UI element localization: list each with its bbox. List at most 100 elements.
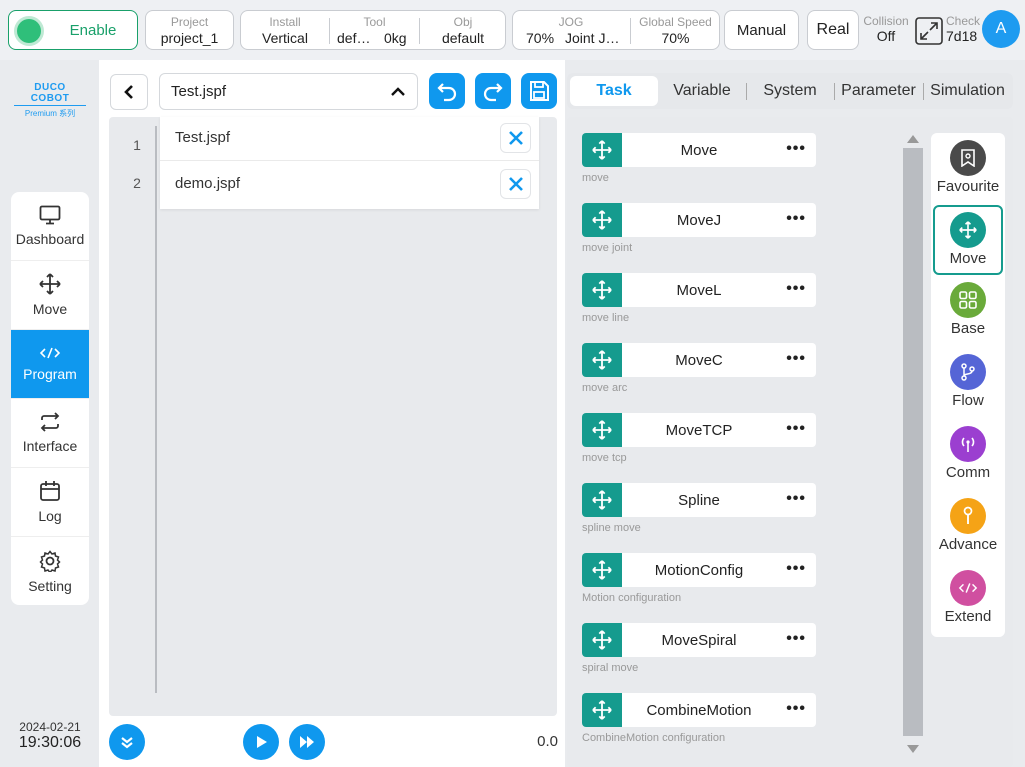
command-button[interactable]: CombineMotion ••• <box>582 693 816 727</box>
sidebar-item-setting[interactable]: Setting <box>11 537 89 605</box>
project-selector[interactable]: Project project_1 <box>145 10 234 50</box>
command-name: Spline <box>678 492 720 509</box>
antenna-icon <box>950 426 986 462</box>
global-speed-selector[interactable]: Global Speed 70% <box>631 11 720 49</box>
command-list-scrollbar[interactable] <box>903 133 923 757</box>
file-dropdown-item[interactable]: demo.jspf <box>160 163 539 209</box>
install-selector[interactable]: Install Vertical <box>241 11 329 49</box>
file-select[interactable]: Test.jspf <box>159 73 418 110</box>
chevron-down-circle-icon <box>121 737 133 749</box>
install-tool-obj-group: Install Vertical Tool def… 0kg Obj defau… <box>240 10 506 50</box>
more-icon[interactable]: ••• <box>786 630 806 648</box>
command-button[interactable]: Spline ••• <box>582 483 816 517</box>
more-icon[interactable]: ••• <box>786 280 806 298</box>
date-text: 2024-02-21 <box>19 720 81 734</box>
close-file-button[interactable] <box>500 169 531 199</box>
install-value: Vertical <box>262 30 308 46</box>
command-button[interactable]: Move ••• <box>582 133 816 167</box>
enable-button[interactable]: Enable <box>8 10 138 50</box>
more-icon[interactable]: ••• <box>786 210 806 228</box>
category-favourite[interactable]: Favourite <box>933 135 1003 205</box>
user-avatar[interactable]: A <box>982 10 1020 48</box>
manual-mode-button[interactable]: Manual <box>724 10 799 50</box>
category-comm[interactable]: Comm <box>933 421 1003 491</box>
tab-system[interactable]: System <box>747 73 833 109</box>
command-button[interactable]: MoveTCP ••• <box>582 413 816 447</box>
check-status[interactable]: Check 7d18 <box>946 14 982 44</box>
collision-status[interactable]: Collision Off <box>862 14 910 44</box>
tool-name: def… <box>337 30 371 46</box>
sidebar-item-label: Program <box>23 366 77 382</box>
command-button[interactable]: MoveC ••• <box>582 343 816 377</box>
sidebar-item-program[interactable]: Program <box>11 330 89 399</box>
tab-simulation[interactable]: Simulation <box>924 73 1011 109</box>
line-number: 2 <box>133 175 141 191</box>
category-advance[interactable]: Advance <box>933 493 1003 563</box>
jog-selector[interactable]: JOG 70% Joint J… <box>513 11 629 49</box>
tab-task[interactable]: Task <box>570 76 658 106</box>
sidebar-item-label: Move <box>32 301 68 317</box>
file-dropdown-item[interactable]: Test.jspf <box>160 117 539 163</box>
sidebar-item-move[interactable]: Move <box>11 261 89 330</box>
undo-button[interactable] <box>429 73 465 109</box>
command-item: MoveTCP ••• move tcp <box>582 413 816 464</box>
command-name: MoveC <box>675 352 723 369</box>
save-button[interactable] <box>521 73 557 109</box>
expand-icon[interactable] <box>915 17 943 45</box>
move-icon <box>582 203 622 237</box>
run-button[interactable] <box>243 724 279 760</box>
file-dropdown: Test.jspf demo.jspf <box>160 117 539 209</box>
editor-gutter-line <box>155 126 157 693</box>
command-name: Move <box>680 142 718 159</box>
scrollbar-thumb[interactable] <box>903 148 923 736</box>
category-flow[interactable]: Flow <box>933 349 1003 419</box>
more-icon[interactable]: ••• <box>786 560 806 578</box>
close-file-button[interactable] <box>500 123 531 153</box>
jog-percent: 70% <box>526 30 555 46</box>
command-button[interactable]: MotionConfig ••• <box>582 553 816 587</box>
command-description: move arc <box>582 382 628 394</box>
more-icon[interactable]: ••• <box>786 420 806 438</box>
jog-label: JOG <box>558 15 584 29</box>
category-label: Base <box>950 320 986 337</box>
command-name: MoveL <box>676 282 722 299</box>
obj-selector[interactable]: Obj default <box>420 11 506 49</box>
command-button[interactable]: MoveSpiral ••• <box>582 623 816 657</box>
more-icon[interactable]: ••• <box>786 140 806 158</box>
scroll-down-arrow-icon[interactable] <box>907 745 919 753</box>
tool-selector[interactable]: Tool def… 0kg <box>330 11 419 49</box>
move-icon <box>582 483 622 517</box>
back-button[interactable] <box>110 74 148 110</box>
jog-speed-group: JOG 70% Joint J… Global Speed 70% <box>512 10 720 50</box>
category-label: Advance <box>938 536 998 553</box>
redo-icon <box>483 83 503 102</box>
category-extend[interactable]: Extend <box>933 565 1003 635</box>
category-base[interactable]: Base <box>933 277 1003 347</box>
sidebar-item-interface[interactable]: Interface <box>11 399 89 468</box>
more-icon[interactable]: ••• <box>786 490 806 508</box>
real-mode-button[interactable]: Real <box>807 10 859 50</box>
category-label: Comm <box>945 464 991 481</box>
sidebar-item-label: Log <box>38 508 62 524</box>
scroll-up-arrow-icon[interactable] <box>907 135 919 143</box>
tab-variable[interactable]: Variable <box>659 73 745 109</box>
sidebar-item-log[interactable]: Log <box>11 468 89 537</box>
tab-parameter[interactable]: Parameter <box>835 73 922 109</box>
real-label: Real <box>816 21 850 38</box>
more-icon[interactable]: ••• <box>786 350 806 368</box>
fast-forward-button[interactable] <box>289 724 325 760</box>
more-icon[interactable]: ••• <box>786 700 806 718</box>
redo-button[interactable] <box>475 73 511 109</box>
category-move[interactable]: Move <box>933 205 1003 275</box>
function-tabs: Task Variable System Parameter Simulatio… <box>567 73 1013 109</box>
step-button[interactable] <box>109 724 145 760</box>
command-button[interactable]: MoveJ ••• <box>582 203 816 237</box>
command-button[interactable]: MoveL ••• <box>582 273 816 307</box>
check-label: Check <box>946 14 981 28</box>
sidebar-item-dashboard[interactable]: Dashboard <box>11 192 89 261</box>
move-icon <box>582 413 622 447</box>
collision-value: Off <box>876 28 896 44</box>
command-description: move line <box>582 312 630 324</box>
command-description: move joint <box>582 242 633 254</box>
sidebar-nav: Dashboard Move Program Interface Log Set… <box>11 192 89 605</box>
